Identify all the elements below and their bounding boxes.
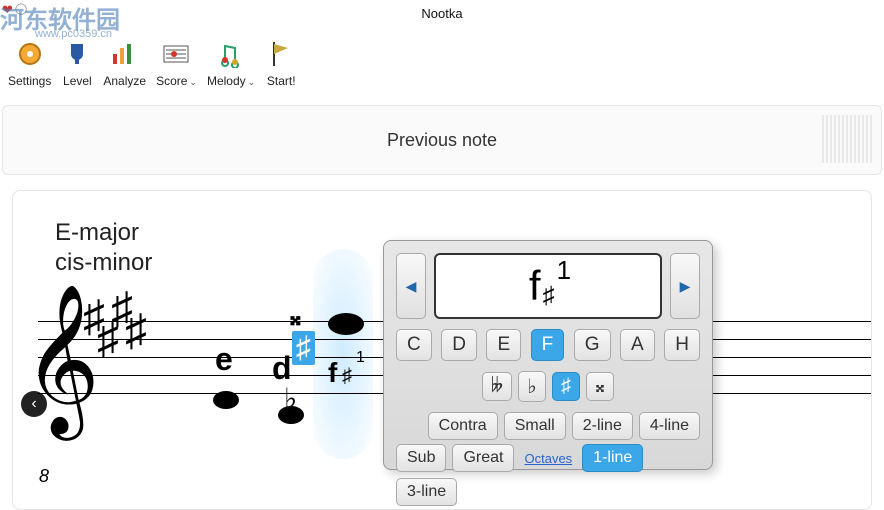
level-button[interactable]: Level <box>61 38 93 88</box>
flag-icon <box>265 38 297 70</box>
note-e-label: e <box>215 341 233 378</box>
previous-note-bar[interactable]: Previous note <box>2 105 882 175</box>
start-button[interactable]: Start! <box>265 38 297 88</box>
double-flat-button[interactable]: 𝄫 <box>482 372 512 401</box>
analyze-button[interactable]: Analyze <box>103 38 146 88</box>
note-head-icon <box>213 391 239 409</box>
clef-octave: 8 <box>39 466 49 487</box>
score-label: Score⌄ <box>156 74 197 88</box>
octave-sup: 1 <box>356 349 365 367</box>
octave-1line-button[interactable]: 1-line <box>582 444 643 472</box>
octave-great-button[interactable]: Great <box>452 444 514 472</box>
melody-icon <box>215 38 247 70</box>
octaves-link[interactable]: Octaves <box>520 451 576 466</box>
audio-meter <box>822 115 872 163</box>
settings-button[interactable]: Settings <box>8 38 51 88</box>
sharp-sub-icon: ♯ <box>342 365 352 388</box>
chart-icon <box>109 38 141 70</box>
key-major-label: E-major <box>55 219 139 247</box>
score-icon <box>161 38 193 70</box>
octave-small-button[interactable]: Small <box>504 412 566 440</box>
octave-2line-button[interactable]: 2-line <box>572 412 633 440</box>
panel-prev-button[interactable]: ◀ <box>396 253 426 319</box>
analyze-label: Analyze <box>103 74 146 88</box>
note-base: f <box>529 262 541 310</box>
octave-3line-button[interactable]: 3-line <box>396 478 457 506</box>
octave-contra-button[interactable]: Contra <box>428 412 498 440</box>
note-head-icon <box>328 313 364 335</box>
double-sharp-button[interactable]: 𝄪 <box>586 372 614 401</box>
score-button[interactable]: Score⌄ <box>156 38 197 88</box>
gear-icon <box>14 38 46 70</box>
note-f-button[interactable]: F <box>531 329 565 361</box>
level-label: Level <box>63 74 92 88</box>
note-d-button[interactable]: D <box>441 329 477 361</box>
note-a-button[interactable]: A <box>620 329 655 361</box>
panel-next-button[interactable]: ▶ <box>670 253 700 319</box>
melody-label: Melody⌄ <box>207 74 255 88</box>
note-head-icon <box>278 406 304 424</box>
toolbar: Settings Level Analyze Score⌄ Melody⌄ St… <box>0 28 884 98</box>
start-label: Start! <box>267 74 296 88</box>
previous-note-label: Previous note <box>387 130 497 151</box>
double-sharp-icon: 𝄪 <box>290 304 301 332</box>
flat-button[interactable]: ♭ <box>518 371 546 402</box>
note-accidental: ♯ <box>543 282 555 310</box>
note-name-panel: ◀ f ♯ 1 ▶ C D E F G A H 𝄫 ♭ ♯ 𝄪 Contra S… <box>383 240 713 470</box>
note-e-button[interactable]: E <box>486 329 521 361</box>
note-c-button[interactable]: C <box>396 329 432 361</box>
app-title: Nootka <box>0 6 884 21</box>
key-minor-label: cis-minor <box>55 249 152 277</box>
sharp-button[interactable]: ♯ <box>552 372 580 401</box>
octave-4line-button[interactable]: 4-line <box>639 412 700 440</box>
note-h-button[interactable]: H <box>664 329 700 361</box>
octave-sub-button[interactable]: Sub <box>396 444 446 472</box>
note-g-button[interactable]: G <box>574 329 611 361</box>
note-octave-sup: 1 <box>557 255 571 286</box>
melody-button[interactable]: Melody⌄ <box>207 38 255 88</box>
note-f-label: f <box>328 357 337 389</box>
chevron-down-icon: ⌄ <box>248 77 256 87</box>
settings-label: Settings <box>8 74 51 88</box>
note-name-display: f ♯ 1 <box>434 253 662 319</box>
sharp-icon: ♯ <box>292 331 315 365</box>
chevron-down-icon: ⌄ <box>189 77 197 87</box>
trophy-icon <box>61 38 93 70</box>
